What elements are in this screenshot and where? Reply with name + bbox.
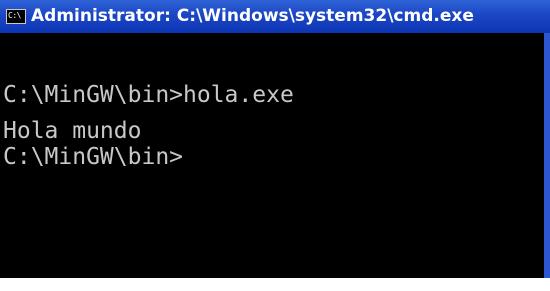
console-line: Hola mundo <box>3 118 142 144</box>
console-line: C:\MinGW\bin>hola.exe <box>3 82 294 108</box>
window-title: Administrator: C:\Windows\system32\cmd.e… <box>31 6 474 26</box>
console-output[interactable]: C:\MinGW\bin>hola.exe Hola mundo C:\MinG… <box>0 33 550 278</box>
cmd-icon[interactable]: C:\ <box>6 9 26 24</box>
console-prompt-line: C:\MinGW\bin> <box>3 144 184 170</box>
cmd-icon-glyph: C:\ <box>8 11 21 20</box>
title-bar[interactable]: C:\ Administrator: C:\Windows\system32\c… <box>0 0 550 33</box>
command-prompt-window: C:\ Administrator: C:\Windows\system32\c… <box>0 0 550 291</box>
